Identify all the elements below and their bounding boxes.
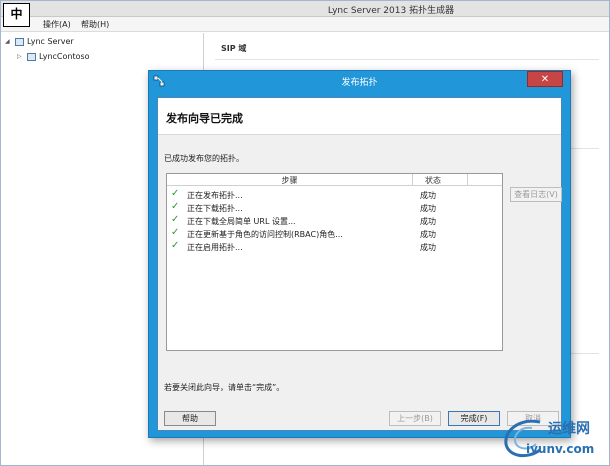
step-label: 正在下载拓扑...: [187, 204, 243, 213]
step-row[interactable]: ✓ 正在发布拓扑... 成功: [167, 188, 502, 202]
server-node-icon: [15, 38, 24, 46]
tree-item-lynccontoso[interactable]: ▷ LyncContoso: [17, 52, 197, 64]
tree-item-label: Lync Server: [27, 37, 74, 46]
wizard-header: 发布向导已完成: [158, 98, 561, 135]
view-log-button[interactable]: 查看日志(V): [510, 187, 562, 202]
success-check-icon: ✓: [171, 240, 180, 251]
step-row[interactable]: ✓ 正在下载拓扑... 成功: [167, 201, 502, 215]
close-hint: 若要关闭此向导，请单击“完成”。: [164, 383, 285, 392]
step-label: 正在发布拓扑...: [187, 191, 243, 200]
divider: [215, 59, 599, 60]
steps-list[interactable]: 步骤 状态 ✓ 正在发布拓扑... 成功 ✓ 正在下载拓扑... 成功 ✓ 正在…: [166, 173, 503, 351]
menu-help[interactable]: 帮助(H): [81, 19, 109, 30]
app-titlebar: Lync Server 2013 拓扑生成器: [1, 1, 609, 17]
watermark-site: iyunv.com: [526, 442, 595, 456]
column-divider: [467, 174, 468, 186]
success-check-icon: ✓: [171, 214, 180, 225]
column-header-state[interactable]: 状态: [413, 175, 453, 186]
success-check-icon: ✓: [171, 227, 180, 238]
step-state: 成功: [420, 217, 436, 226]
dialog-body: 发布向导已完成 已成功发布您的拓扑。 步骤 状态 ✓ 正在发布拓扑... 成功 …: [157, 97, 562, 431]
step-label: 正在启用拓扑...: [187, 243, 243, 252]
watermark: 运维网 iyunv.com: [500, 414, 604, 462]
back-button[interactable]: 上一步(B): [389, 411, 441, 426]
dialog-title: 发布拓扑: [341, 78, 378, 88]
step-label: 正在更新基于角色的访问控制(RBAC)角色...: [187, 230, 343, 239]
dialog-titlebar[interactable]: 发布拓扑 ✕: [149, 71, 570, 91]
step-state: 成功: [420, 243, 436, 252]
expand-arrow-icon[interactable]: ◢: [5, 38, 10, 45]
menu-bar: 操作(A) 帮助(H): [1, 17, 609, 32]
success-check-icon: ✓: [171, 201, 180, 212]
close-icon[interactable]: ✕: [527, 71, 563, 87]
finish-button[interactable]: 完成(F): [448, 411, 500, 426]
status-message: 已成功发布您的拓扑。: [164, 154, 244, 163]
publish-topology-dialog: 发布拓扑 ✕ 发布向导已完成 已成功发布您的拓扑。 步骤 状态 ✓ 正在发布拓扑…: [148, 70, 571, 438]
site-node-icon: [27, 53, 36, 61]
wizard-heading: 发布向导已完成: [166, 112, 243, 125]
success-check-icon: ✓: [171, 188, 180, 199]
step-row[interactable]: ✓ 正在启用拓扑... 成功: [167, 240, 502, 254]
section-title-sip-domain: SIP 域: [221, 44, 247, 53]
step-label: 正在下载全局简单 URL 设置...: [187, 217, 296, 226]
steps-list-header: 步骤 状态: [167, 174, 502, 186]
step-state: 成功: [420, 230, 436, 239]
ime-indicator[interactable]: 中: [3, 3, 30, 27]
step-row[interactable]: ✓ 正在下载全局简单 URL 设置... 成功: [167, 214, 502, 228]
step-state: 成功: [420, 204, 436, 213]
tree-item-label: LyncContoso: [39, 52, 90, 61]
watermark-brand: 运维网: [548, 421, 590, 437]
collapse-arrow-icon[interactable]: ▷: [17, 53, 22, 60]
app-title: Lync Server 2013 拓扑生成器: [327, 6, 455, 16]
help-button[interactable]: 帮助: [164, 411, 216, 426]
tree-item-lync-server[interactable]: ◢ Lync Server: [5, 37, 195, 49]
column-header-step[interactable]: 步骤: [167, 175, 412, 186]
menu-action[interactable]: 操作(A): [43, 19, 71, 30]
step-row[interactable]: ✓ 正在更新基于角色的访问控制(RBAC)角色... 成功: [167, 227, 502, 241]
step-state: 成功: [420, 191, 436, 200]
